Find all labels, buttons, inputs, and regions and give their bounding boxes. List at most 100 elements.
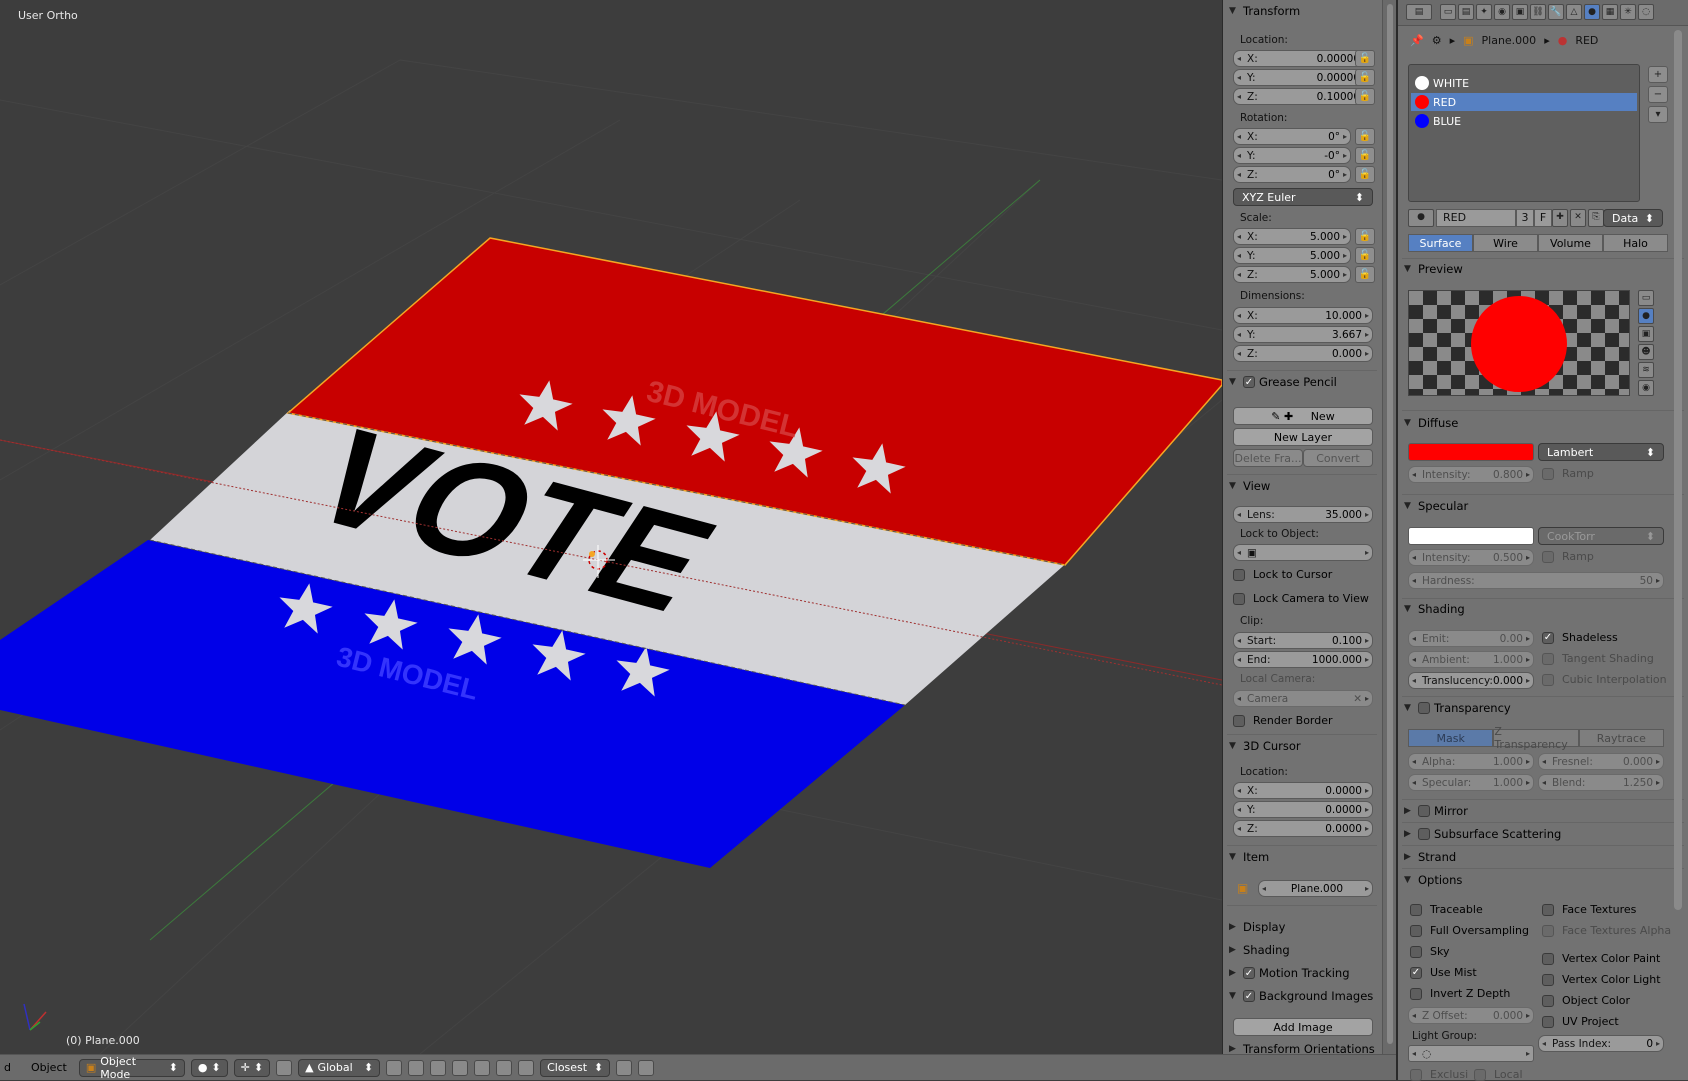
editor-type-menu[interactable]: ▤ <box>1406 4 1434 20</box>
slot-menu-icon[interactable]: ▾ <box>1648 106 1668 123</box>
options-header[interactable]: ▼ Options <box>1404 873 1462 887</box>
material-slot-red[interactable]: RED <box>1411 93 1637 111</box>
lock-icon[interactable]: 🔓 <box>1355 166 1375 183</box>
lock-icon[interactable]: 🔓 <box>1355 69 1375 86</box>
specular-intensity-field[interactable]: Intensity:0.500 <box>1408 549 1534 566</box>
layer-icon[interactable] <box>386 1059 403 1076</box>
translucency-field[interactable]: Translucency:0.000 <box>1408 672 1534 689</box>
cursor-z-field[interactable]: Z:0.0000 <box>1233 820 1373 837</box>
invert-z-checkbox[interactable]: Invert Z Depth <box>1410 987 1510 1000</box>
traceable-checkbox[interactable]: Traceable <box>1410 903 1483 916</box>
material-slot-white[interactable]: WHITE <box>1411 74 1637 92</box>
hardness-field[interactable]: Hardness:50 <box>1408 572 1664 589</box>
location-y-field[interactable]: Y:0.00000 <box>1233 69 1371 86</box>
grease-new-button[interactable]: ✎ ✚ New <box>1233 407 1373 425</box>
lock-icon[interactable]: 🔓 <box>1355 50 1375 67</box>
shadeless-checkbox[interactable]: ✓ Shadeless <box>1542 631 1618 644</box>
transparency-header[interactable]: ▼ Transparency <box>1404 701 1511 715</box>
3d-viewport[interactable]: 3D MODEL 3D MODEL VOTE User Ortho (0) Pl… <box>0 0 1222 1054</box>
z-offset-field[interactable]: Z Offset:0.000 <box>1408 1007 1534 1024</box>
full-oversampling-checkbox[interactable]: Full Oversampling <box>1410 924 1529 937</box>
scale-x-field[interactable]: X:5.000 <box>1233 228 1351 245</box>
render-border-checkbox[interactable]: Render Border <box>1233 714 1333 727</box>
view-header[interactable]: ▼ View <box>1229 479 1270 493</box>
alpha-field[interactable]: Alpha:1.000 <box>1408 753 1534 770</box>
mode-dropdown[interactable]: ▣ Object Mode ⬍ <box>78 1055 185 1081</box>
rotation-mode-dropdown[interactable]: XYZ Euler ⬍ <box>1233 188 1373 206</box>
remove-slot-icon[interactable]: − <box>1648 86 1668 103</box>
scale-y-field[interactable]: Y:5.000 <box>1233 247 1351 264</box>
shelf-scrollbar[interactable] <box>1382 0 1396 1054</box>
lock-to-cursor-checkbox[interactable]: Lock to Cursor <box>1233 568 1332 581</box>
lock-camera-checkbox[interactable]: Lock Camera to View <box>1233 592 1369 605</box>
specular-color-swatch[interactable] <box>1408 527 1534 545</box>
rotation-x-field[interactable]: X:0° <box>1233 128 1351 145</box>
tangent-shading-checkbox[interactable]: Tangent Shading <box>1542 652 1654 665</box>
transform-orientations-header[interactable]: ▶ Transform Orientations <box>1229 1044 1375 1054</box>
add-slot-icon[interactable]: + <box>1648 66 1668 83</box>
use-mist-checkbox[interactable]: ✓ Use Mist <box>1410 966 1477 979</box>
motion-tracking-header[interactable]: ▶ ✓ Motion Tracking <box>1229 966 1350 980</box>
location-x-field[interactable]: X:0.00000 <box>1233 50 1371 67</box>
specular-header[interactable]: ▼ Specular <box>1404 499 1468 513</box>
shading-header[interactable]: ▶ Shading <box>1229 943 1290 957</box>
convert-button[interactable]: Convert <box>1303 449 1373 467</box>
fresnel-field[interactable]: Fresnel:0.000 <box>1538 753 1664 770</box>
material-datablock[interactable]: ● RED 3 F ✚ ✕ ⎘ <box>1408 209 1606 227</box>
context-tabs[interactable]: ▭ ▤ ✦ ◉ ▣ ⛓ 🔧 △ ● ▦ ✳ ◌ <box>1440 4 1656 20</box>
pivot-dropdown[interactable]: ✛ ⬍ <box>233 1058 271 1077</box>
trans-specular-field[interactable]: Specular:1.000 <box>1408 774 1534 791</box>
orientation-dropdown[interactable]: ▲ Global ⬍ <box>298 1058 381 1077</box>
local-camera-field[interactable]: Camera✕ <box>1233 690 1373 707</box>
delete-frame-button[interactable]: Delete Fra... <box>1233 449 1303 467</box>
diffuse-intensity-field[interactable]: Intensity:0.800 <box>1408 466 1534 483</box>
face-textures-checkbox[interactable]: Face Textures <box>1542 903 1636 916</box>
scale-z-field[interactable]: Z:5.000 <box>1233 266 1351 283</box>
layer-icon[interactable] <box>430 1059 447 1076</box>
rotation-z-field[interactable]: Z:0° <box>1233 166 1351 183</box>
object-menu[interactable]: Object <box>31 1061 67 1074</box>
lens-field[interactable]: Lens:35.000 <box>1233 506 1373 523</box>
diffuse-shader-dropdown[interactable]: Lambert ⬍ <box>1538 443 1664 461</box>
cursor-y-field[interactable]: Y:0.0000 <box>1233 801 1373 818</box>
camera-icon[interactable] <box>638 1059 655 1076</box>
dimension-z-field[interactable]: Z:0.000 <box>1233 345 1373 362</box>
lock-icon[interactable]: 🔓 <box>1355 147 1375 164</box>
manipulator-icon[interactable] <box>276 1059 293 1076</box>
shading-header[interactable]: ▼ Shading <box>1404 602 1465 616</box>
link-dropdown[interactable]: Data ⬍ <box>1603 209 1663 227</box>
clip-start-field[interactable]: Start:0.100 <box>1233 632 1373 649</box>
specular-shader-dropdown[interactable]: CookTorr ⬍ <box>1538 527 1664 545</box>
lock-icon[interactable]: 🔓 <box>1355 128 1375 145</box>
transparency-mode-tabs[interactable]: Mask Z Transparency Raytrace <box>1408 725 1664 751</box>
item-header[interactable]: ▼ Item <box>1229 850 1269 864</box>
sss-header[interactable]: ▶ Subsurface Scattering <box>1404 827 1561 841</box>
lock-icon[interactable]: 🔓 <box>1355 247 1375 264</box>
render-layer-icon[interactable] <box>474 1059 491 1076</box>
dimension-x-field[interactable]: X:10.000 <box>1233 307 1373 324</box>
material-slot-blue[interactable]: BLUE <box>1411 112 1637 130</box>
light-group-field[interactable]: ◌ <box>1408 1045 1534 1062</box>
diffuse-header[interactable]: ▼ Diffuse <box>1404 416 1458 430</box>
mirror-header[interactable]: ▶ Mirror <box>1404 804 1468 818</box>
emit-field[interactable]: Emit:0.00 <box>1408 630 1534 647</box>
layer-icon[interactable] <box>408 1059 425 1076</box>
properties-scrollbar[interactable] <box>1674 30 1682 910</box>
vertex-color-light-checkbox[interactable]: Vertex Color Light <box>1542 973 1661 986</box>
display-header[interactable]: ▶ Display <box>1229 920 1285 934</box>
specular-ramp-checkbox[interactable]: Ramp <box>1542 550 1594 563</box>
diffuse-ramp-checkbox[interactable]: Ramp <box>1542 467 1594 480</box>
diffuse-color-swatch[interactable] <box>1408 443 1534 461</box>
lock-layers-icon[interactable] <box>452 1059 469 1076</box>
uv-project-checkbox[interactable]: UV Project <box>1542 1015 1619 1028</box>
snap-target-dropdown[interactable]: Closest ⬍ <box>540 1058 611 1077</box>
blend-field[interactable]: Blend:1.250 <box>1538 774 1664 791</box>
preview-header[interactable]: ▼ Preview <box>1404 262 1463 276</box>
sky-checkbox[interactable]: Sky <box>1410 945 1449 958</box>
lock-icon[interactable]: 🔓 <box>1355 88 1375 105</box>
local-checkbox[interactable]: Local <box>1474 1068 1523 1081</box>
cubic-interpolation-checkbox[interactable]: Cubic Interpolation <box>1542 673 1667 686</box>
strand-header[interactable]: ▶ Strand <box>1404 850 1456 864</box>
item-name-field[interactable]: Plane.000 <box>1258 880 1373 897</box>
background-images-header[interactable]: ▼ ✓ Background Images <box>1229 989 1373 1003</box>
